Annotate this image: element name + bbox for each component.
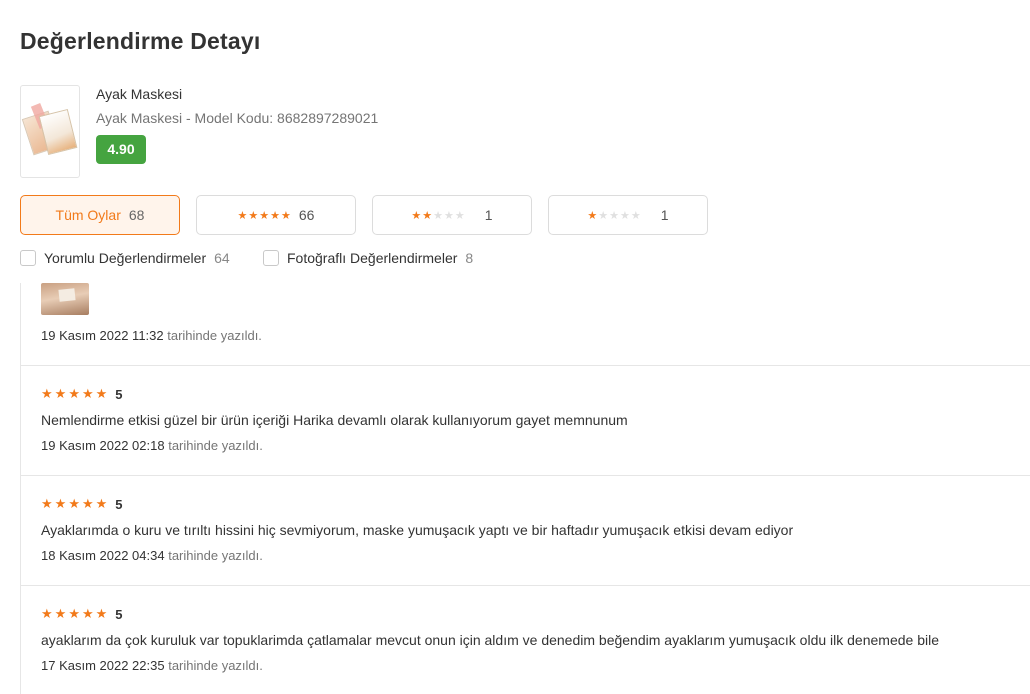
page-title: Değerlendirme Detayı (20, 28, 261, 54)
review-text: Nemlendirme etkisi güzel bir ürün içeriğ… (41, 412, 628, 428)
product-thumbnail[interactable] (20, 85, 80, 178)
star-icon: ★ (81, 496, 94, 511)
review-photo[interactable] (41, 283, 89, 315)
product-name[interactable]: Ayak Maskesi (96, 86, 182, 102)
filter-count: 66 (298, 207, 315, 223)
star-rating-icon: ★ ★ ★ ★ ★ (587, 209, 641, 222)
star-rating-icon: ★ ★ ★ ★ ★ (411, 209, 465, 222)
filter-count: 68 (128, 207, 145, 223)
rating-number: 5 (115, 386, 123, 402)
filter-label: Tüm Oylar (55, 207, 121, 223)
filter-2-stars[interactable]: ★ ★ ★ ★ ★ 1 (372, 195, 532, 235)
filter-count: 1 (484, 207, 493, 223)
review-date: 19 Kasım 2022 11:32 tarihinde yazıldı. (41, 328, 262, 343)
review-date: 18 Kasım 2022 04:34 tarihinde yazıldı. (41, 548, 263, 563)
divider (21, 365, 1030, 366)
product-model-code: Ayak Maskesi - Model Kodu: 8682897289021 (96, 110, 379, 126)
rating-score-badge: 4.90 (96, 135, 146, 164)
checkbox-count: 64 (214, 250, 230, 266)
review-list[interactable]: 19 Kasım 2022 11:32 tarihinde yazıldı. ★… (20, 283, 1030, 694)
review-rating: ★ ★ ★ ★ ★ 5 (41, 606, 123, 622)
star-rating-icon: ★ ★ ★ ★ ★ (237, 209, 291, 222)
star-icon: ★ (41, 496, 53, 511)
star-icon: ★ (54, 606, 67, 621)
review-rating: ★ ★ ★ ★ ★ 5 (41, 496, 123, 512)
divider (21, 585, 1030, 586)
checkbox-count: 8 (465, 250, 474, 266)
checkbox-with-comments[interactable]: Yorumlu Değerlendirmeler 64 (20, 250, 230, 266)
filter-all-votes[interactable]: Tüm Oylar 68 (20, 195, 180, 235)
filter-5-stars[interactable]: ★ ★ ★ ★ ★ 66 (196, 195, 356, 235)
checkbox-label: Fotoğraflı Değerlendirmeler (287, 250, 458, 266)
star-icon: ★ (81, 386, 94, 401)
checkbox-icon[interactable] (263, 250, 279, 266)
checkbox-label: Yorumlu Değerlendirmeler (44, 250, 207, 266)
star-icon: ★ (68, 386, 80, 401)
star-icon: ★ (68, 496, 80, 511)
filter-1-star[interactable]: ★ ★ ★ ★ ★ 1 (548, 195, 708, 235)
checkbox-icon[interactable] (20, 250, 36, 266)
divider (21, 475, 1030, 476)
star-icon: ★ (95, 496, 108, 511)
star-icon: ★ (54, 386, 67, 401)
review-date: 17 Kasım 2022 22:35 tarihinde yazıldı. (41, 658, 263, 673)
star-icon: ★ (54, 496, 67, 511)
product-summary: Ayak Maskesi Ayak Maskesi - Model Kodu: … (20, 85, 720, 179)
review-date: 19 Kasım 2022 02:18 tarihinde yazıldı. (41, 438, 263, 453)
review-rating: ★ ★ ★ ★ ★ 5 (41, 386, 123, 402)
rating-number: 5 (115, 496, 123, 512)
filter-count: 1 (660, 207, 669, 223)
star-icon: ★ (68, 606, 80, 621)
rating-number: 5 (115, 606, 123, 622)
star-icon: ★ (95, 386, 108, 401)
review-text: ayaklarım da çok kuruluk var topuklarimd… (41, 632, 939, 648)
star-icon: ★ (41, 386, 53, 401)
star-icon: ★ (81, 606, 94, 621)
star-icon: ★ (41, 606, 53, 621)
review-text: Ayaklarımda o kuru ve tırıltı hissini hi… (41, 522, 794, 538)
star-icon: ★ (95, 606, 108, 621)
checkbox-with-photos[interactable]: Fotoğraflı Değerlendirmeler 8 (263, 250, 473, 266)
